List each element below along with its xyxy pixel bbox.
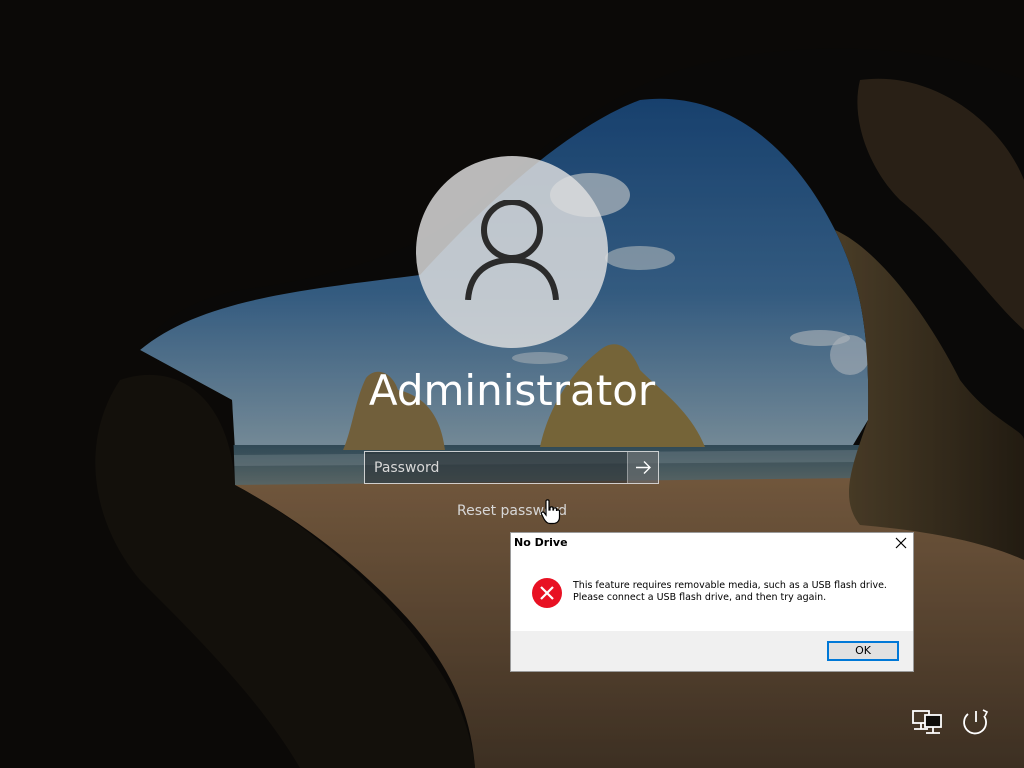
network-icon[interactable] bbox=[910, 706, 944, 740]
error-icon bbox=[532, 578, 562, 608]
account-name: Administrator bbox=[368, 366, 656, 415]
dialog-message-line: Please connect a USB flash drive, and th… bbox=[573, 592, 827, 603]
power-icon[interactable] bbox=[958, 706, 992, 740]
user-icon bbox=[465, 200, 559, 300]
dialog-footer: OK bbox=[511, 631, 913, 671]
submit-password-button[interactable] bbox=[627, 452, 658, 483]
password-field-group bbox=[364, 451, 659, 484]
hand-cursor-icon bbox=[540, 499, 561, 525]
arrow-right-icon bbox=[636, 461, 651, 474]
password-input[interactable] bbox=[365, 452, 627, 483]
dialog-message: This feature requires removable media, s… bbox=[573, 580, 903, 604]
reset-password-link[interactable]: Reset password bbox=[440, 503, 584, 519]
dialog-body: This feature requires removable media, s… bbox=[511, 555, 913, 631]
ok-button[interactable]: OK bbox=[827, 641, 899, 661]
close-icon[interactable] bbox=[895, 537, 907, 549]
user-avatar bbox=[416, 156, 608, 348]
dialog-title: No Drive bbox=[514, 536, 568, 549]
no-drive-dialog: No Drive This feature requires removable… bbox=[510, 532, 914, 672]
dialog-message-line: This feature requires removable media, s… bbox=[573, 580, 887, 591]
